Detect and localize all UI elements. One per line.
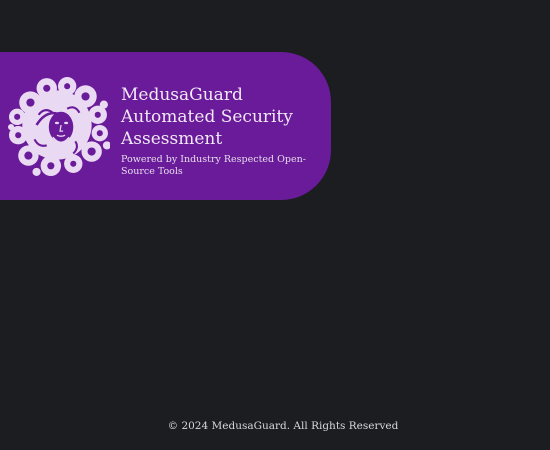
medusa-head-icon: [8, 77, 110, 176]
footer-copyright: © 2024 MedusaGuard. All Rights Reserved: [167, 420, 399, 432]
hero-text: MedusaGuard Automated Security Assessmen…: [121, 84, 306, 178]
page: MedusaGuard Automated Security Assessmen…: [0, 0, 550, 450]
hero-subtitle: Powered by Industry Respected Open-Sourc…: [121, 154, 306, 177]
hero-title: MedusaGuard Automated Security Assessmen…: [121, 85, 293, 149]
hero-banner: MedusaGuard Automated Security Assessmen…: [0, 52, 331, 200]
